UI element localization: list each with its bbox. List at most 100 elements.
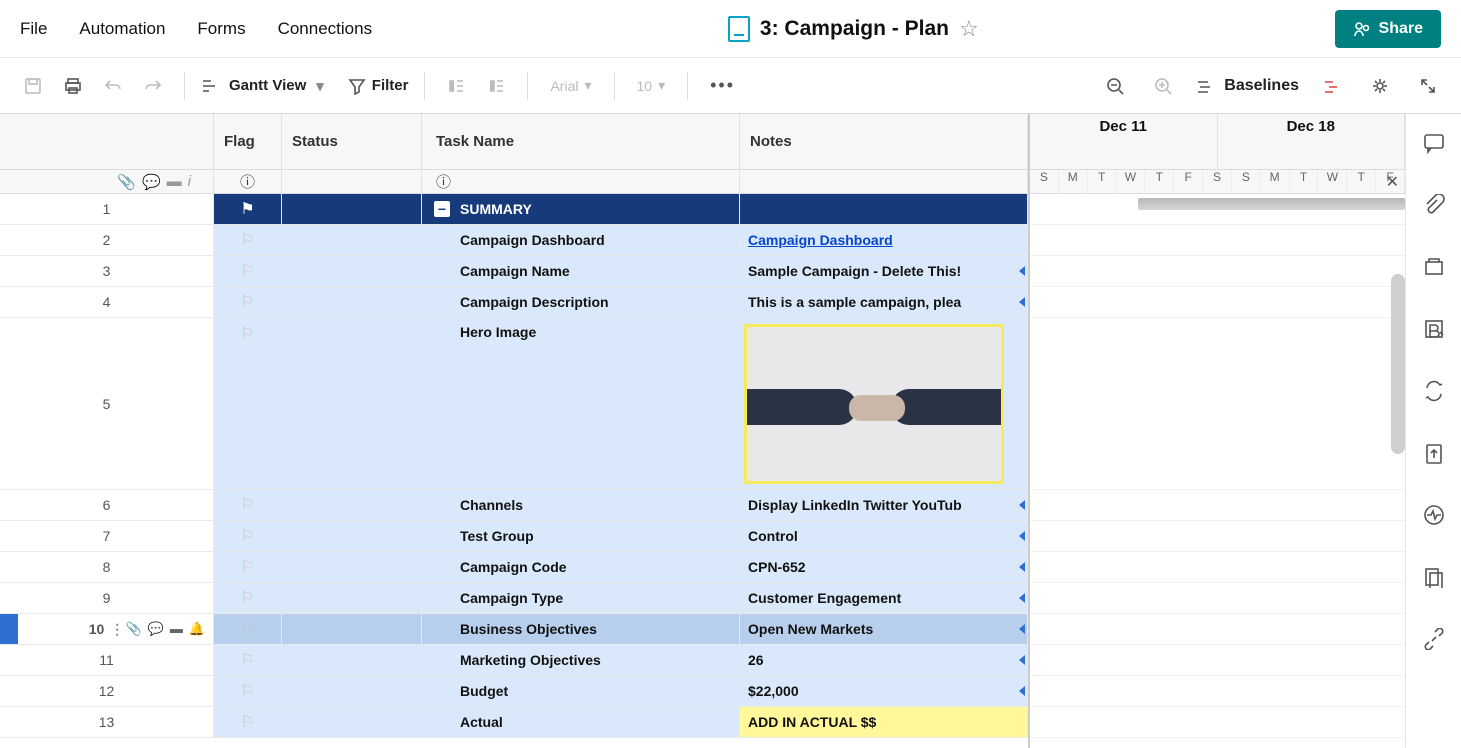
save-button[interactable] [18,73,48,99]
task-cell[interactable]: Campaign Description [422,287,740,317]
update-requests-icon[interactable] [1423,380,1445,408]
view-selector[interactable]: Gantt View ▾ [201,77,324,95]
task-cell[interactable]: Campaign Type [422,583,740,613]
table-row[interactable]: 10 ⋮📎💬▬🔔⚐Business ObjectivesOpen New Mar… [0,614,1028,645]
row-number[interactable]: 11 [0,645,214,675]
notes-cell[interactable]: $22,000 [740,676,1028,706]
gantt-body[interactable] [1030,194,1405,748]
flag-cell[interactable]: ⚑ [214,194,282,224]
baselines-button[interactable]: Baselines [1196,77,1299,95]
task-cell[interactable]: Campaign Dashboard [422,225,740,255]
task-cell[interactable]: −SUMMARY [422,194,740,224]
status-cell[interactable] [282,194,422,224]
row-number[interactable]: 6 [0,490,214,520]
close-icon[interactable]: ✕ [1386,172,1399,192]
notes-cell[interactable]: Sample Campaign - Delete This! [740,256,1028,286]
notes-cell[interactable]: Display LinkedIn Twitter YouTub [740,490,1028,520]
table-row[interactable]: 5⚐Hero Image [0,318,1028,490]
scrollbar[interactable] [1391,274,1405,454]
indent-button[interactable] [481,73,511,99]
flag-cell[interactable]: ⚐ [214,707,282,737]
menu-forms[interactable]: Forms [197,19,245,39]
reminder-icon[interactable]: 🔔 [189,621,205,637]
flag-cell[interactable]: ⚐ [214,614,282,644]
zoom-out-button[interactable] [1100,73,1130,99]
critical-path-button[interactable] [1317,73,1347,99]
collapse-icon[interactable]: − [434,201,450,217]
table-row[interactable]: 6⚐ChannelsDisplay LinkedIn Twitter YouTu… [0,490,1028,521]
brandfolder-icon[interactable] [1423,318,1445,346]
column-header-task[interactable]: Task Name [422,114,740,169]
row-number[interactable]: 4 [0,287,214,317]
row-number[interactable]: 7 [0,521,214,551]
flag-cell[interactable]: ⚐ [214,521,282,551]
column-header-flag[interactable]: Flag [214,114,282,169]
gantt-week[interactable]: Dec 18 [1218,114,1406,169]
share-button[interactable]: Share [1335,10,1441,48]
menu-connections[interactable]: Connections [278,19,373,39]
row-number[interactable]: 3 [0,256,214,286]
status-cell[interactable] [282,256,422,286]
task-cell[interactable]: Hero Image [422,318,740,489]
status-cell[interactable] [282,318,422,489]
table-row[interactable]: 2⚐Campaign DashboardCampaign Dashboard [0,225,1028,256]
status-cell[interactable] [282,614,422,644]
table-row[interactable]: 4⚐ Campaign DescriptionThis is a sample c… [0,287,1028,318]
notes-cell[interactable]: CPN-652 [740,552,1028,582]
table-row[interactable]: 3⚐Campaign NameSample Campaign - Delete … [0,256,1028,287]
notes-cell[interactable]: Control [740,521,1028,551]
notes-cell[interactable] [740,318,1028,489]
row-number[interactable]: 12 [0,676,214,706]
flag-cell[interactable]: ⚐ [214,676,282,706]
notes-link[interactable]: Campaign Dashboard [748,232,893,248]
status-cell[interactable] [282,287,422,317]
activity-log-icon[interactable] [1423,504,1445,532]
column-header-status[interactable]: Status [282,114,422,169]
row-number[interactable]: 2 [0,225,214,255]
more-button[interactable]: ••• [704,71,741,100]
summary-icon[interactable] [1423,566,1445,594]
gantt-week[interactable]: Dec 11 [1030,114,1218,169]
notes-cell[interactable]: 26 [740,645,1028,675]
status-cell[interactable] [282,676,422,706]
font-selector[interactable]: Arial ▾ [544,73,597,98]
row-number[interactable]: 5 [0,318,214,489]
notes-cell[interactable]: This is a sample campaign, plea [740,287,1028,317]
settings-button[interactable] [1365,73,1395,99]
task-cell[interactable]: Actual [422,707,740,737]
print-button[interactable] [58,73,88,99]
flag-cell[interactable]: ⚐ [214,287,282,317]
proofs-icon[interactable] [1423,256,1445,284]
row-number[interactable]: 8 [0,552,214,582]
redo-button[interactable] [138,73,168,99]
table-row[interactable]: 1⚑ −SUMMARY [0,194,1028,225]
menu-file[interactable]: File [20,19,47,39]
attachment-icon[interactable]: 📎 [125,621,141,637]
status-cell[interactable] [282,552,422,582]
task-cell[interactable]: Test Group [422,521,740,551]
fontsize-selector[interactable]: 10 ▾ [631,73,672,98]
table-row[interactable]: 12⚐Budget$22,000 [0,676,1028,707]
status-cell[interactable] [282,521,422,551]
gantt-bar-summary[interactable] [1138,198,1405,210]
flag-cell[interactable]: ⚐ [214,552,282,582]
task-cell[interactable]: Channels [422,490,740,520]
menu-automation[interactable]: Automation [79,19,165,39]
status-cell[interactable] [282,645,422,675]
notes-cell[interactable]: Open New Markets [740,614,1028,644]
comment-icon[interactable]: 💬 [148,621,164,637]
task-cell[interactable]: Campaign Name [422,256,740,286]
document-title[interactable]: 3: Campaign - Plan [760,17,949,41]
notes-cell[interactable]: Customer Engagement [740,583,1028,613]
table-row[interactable]: 7⚐ Test GroupControl [0,521,1028,552]
table-row[interactable]: 13⚐ActualADD IN ACTUAL $$ [0,707,1028,738]
fullscreen-button[interactable] [1413,73,1443,99]
filter-button[interactable]: Filter [348,77,409,95]
publish-icon[interactable] [1423,442,1445,470]
row-number[interactable]: 9 [0,583,214,613]
row-number[interactable]: 13 [0,707,214,737]
outdent-button[interactable] [441,73,471,99]
row-number[interactable]: 1 [0,194,214,224]
zoom-in-button[interactable] [1148,73,1178,99]
column-header-notes[interactable]: Notes [740,114,1028,169]
